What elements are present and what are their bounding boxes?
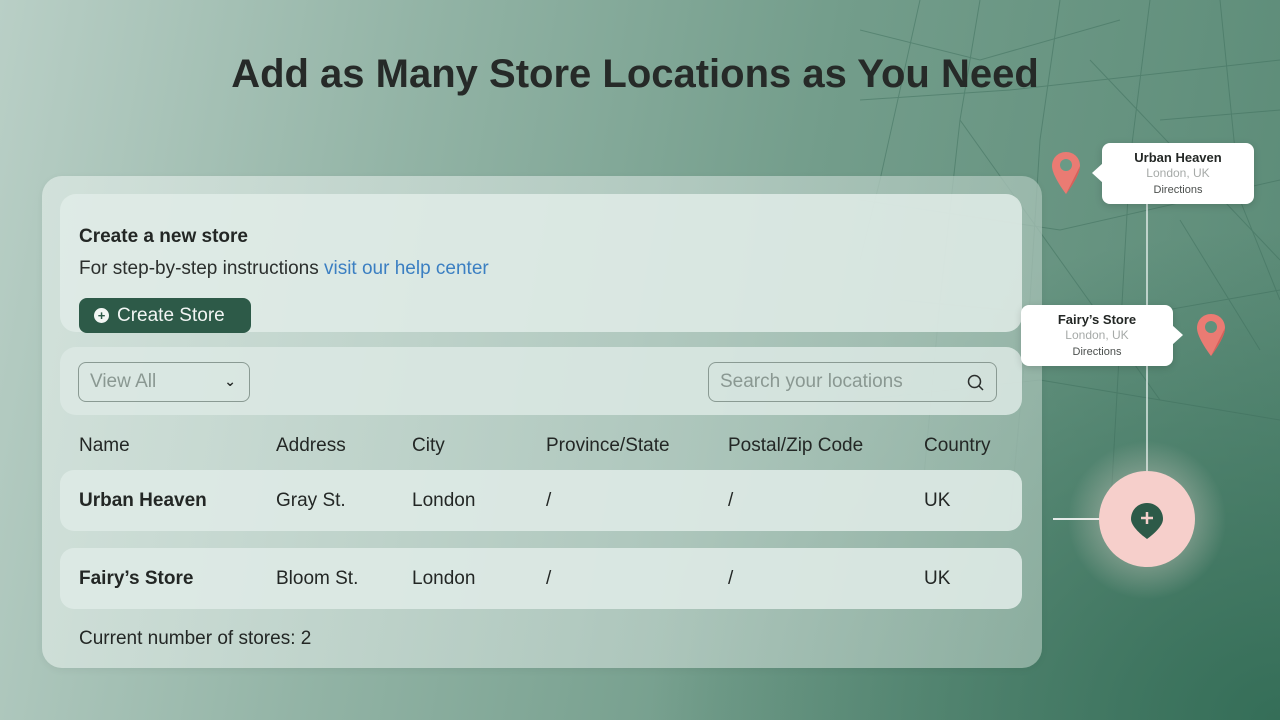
cell-address: Bloom St. — [276, 568, 359, 589]
create-store-label: Create Store — [117, 304, 225, 326]
marker-name: Urban Heaven — [1134, 150, 1222, 165]
create-store-card: Create a new store For step-by-step inst… — [60, 194, 1022, 333]
column-header-country: Country — [924, 435, 991, 456]
view-filter-value: View All — [90, 371, 157, 392]
cell-country: UK — [924, 568, 951, 589]
marker-name: Fairy’s Store — [1057, 312, 1137, 327]
cell-country: UK — [924, 490, 951, 511]
cell-name: Urban Heaven — [79, 490, 207, 511]
marker-location: London, UK — [1146, 166, 1210, 180]
cell-postal: / — [728, 490, 734, 511]
chevron-down-icon: ⌄ — [224, 373, 236, 389]
store-manager-panel: Create a new store For step-by-step inst… — [42, 176, 1042, 668]
add-location-button[interactable] — [1099, 471, 1195, 567]
cell-name: Fairy’s Store — [79, 568, 194, 589]
cell-city: London — [412, 568, 476, 589]
column-header-address: Address — [276, 435, 346, 456]
column-header-name: Name — [79, 435, 130, 456]
map-pin-icon[interactable] — [1195, 312, 1227, 358]
table-row[interactable]: Urban Heaven Gray St. London / / UK — [60, 470, 1022, 531]
directions-link[interactable]: Directions — [1021, 346, 1173, 358]
column-header-postal: Postal/Zip Code — [728, 435, 864, 456]
directions-link[interactable]: Directions — [1102, 184, 1254, 196]
create-store-button[interactable]: + Create Store — [79, 298, 251, 333]
search-locations-input[interactable]: Search your locations — [708, 362, 997, 402]
map-pin-icon[interactable] — [1050, 150, 1082, 196]
popup-tail — [1172, 325, 1183, 345]
help-center-link[interactable]: visit our help center — [324, 258, 489, 279]
column-header-city: City — [412, 435, 445, 456]
create-store-title: Create a new store — [79, 226, 248, 247]
store-count: Current number of stores: 2 — [79, 628, 312, 649]
cell-province: / — [546, 568, 552, 589]
cell-province: / — [546, 490, 552, 511]
add-location-icon — [1131, 503, 1163, 539]
view-filter-select[interactable]: View All ⌄ — [78, 362, 250, 402]
filter-bar: View All ⌄ Search your locations — [60, 347, 1022, 415]
search-placeholder: Search your locations — [720, 371, 903, 392]
marker-popup: Urban Heaven London, UK Directions — [1092, 143, 1254, 204]
create-store-subtitle: For step-by-step instructions visit our … — [79, 258, 489, 280]
page-headline: Add as Many Store Locations as You Need — [231, 52, 1039, 96]
search-icon — [967, 374, 984, 391]
column-header-province: Province/State — [546, 435, 670, 456]
marker-popup: Fairy’s Store London, UK Directions — [1021, 305, 1183, 366]
table-row[interactable]: Fairy’s Store Bloom St. London / / UK — [60, 548, 1022, 609]
popup-tail — [1092, 163, 1103, 183]
instructions-text: For step-by-step instructions — [79, 258, 319, 279]
plus-circle-icon: + — [94, 308, 109, 323]
marker-location: London, UK — [1065, 328, 1129, 342]
cell-city: London — [412, 490, 476, 511]
cell-address: Gray St. — [276, 490, 346, 511]
cell-postal: / — [728, 568, 734, 589]
